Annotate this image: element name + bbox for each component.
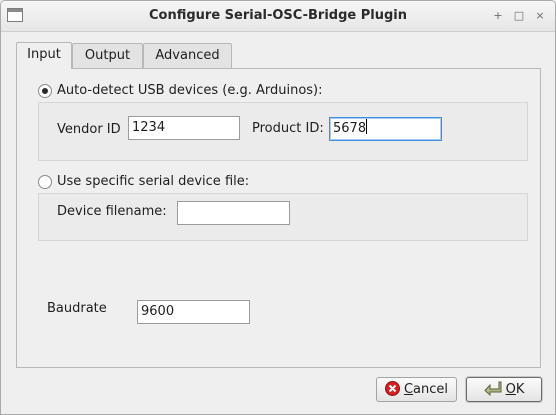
cancel-mnemonic: C: [403, 382, 414, 397]
pin-icon[interactable]: +: [490, 8, 506, 24]
vendor-id-value: 1234: [132, 120, 166, 135]
ok-label: K: [515, 382, 525, 397]
vendor-id-input[interactable]: 1234: [128, 116, 240, 140]
tab-advanced-label: Advanced: [155, 48, 220, 63]
auto-detect-radio[interactable]: [38, 84, 52, 98]
auto-detect-group: Vendor ID 1234 Product ID: 5678: [38, 102, 528, 161]
product-id-label: Product ID:: [252, 121, 324, 136]
tab-output-label: Output: [84, 48, 131, 63]
close-icon[interactable]: ×: [532, 8, 548, 24]
ok-mnemonic: O: [505, 382, 516, 397]
window-title: Configure Serial-OSC-Bridge Plugin: [149, 8, 407, 23]
tab-input-label: Input: [27, 47, 61, 62]
cancel-button[interactable]: Cancel: [376, 377, 457, 402]
product-id-input[interactable]: 5678: [329, 117, 442, 141]
specific-file-label[interactable]: Use specific serial device file:: [57, 174, 249, 189]
dialog-window: Configure Serial-OSC-Bridge Plugin + □ ×…: [0, 0, 556, 415]
baudrate-value: 9600: [141, 304, 175, 319]
input-tab-panel: Auto-detect USB devices (e.g. Arduinos):…: [16, 68, 541, 368]
baudrate-label: Baudrate: [47, 301, 107, 316]
baudrate-input[interactable]: 9600: [137, 300, 250, 324]
ok-button[interactable]: OK: [466, 377, 542, 402]
cancel-label: ancel: [413, 382, 449, 397]
tab-advanced[interactable]: Advanced: [143, 43, 232, 68]
maximize-icon[interactable]: □: [511, 8, 527, 24]
title-bar: Configure Serial-OSC-Bridge Plugin + □ ×: [1, 1, 555, 32]
device-filename-input[interactable]: [177, 201, 290, 225]
cancel-icon: [384, 381, 400, 404]
vendor-id-label: Vendor ID: [57, 122, 121, 137]
specific-file-radio[interactable]: [38, 175, 52, 189]
tab-output[interactable]: Output: [72, 43, 143, 68]
product-id-value: 5678: [333, 121, 367, 136]
auto-detect-label[interactable]: Auto-detect USB devices (e.g. Arduinos):: [57, 83, 323, 98]
text-caret: [366, 119, 368, 134]
tab-input[interactable]: Input: [16, 42, 72, 69]
specific-file-group: Device filename:: [38, 193, 528, 241]
ok-arrow-icon: [483, 381, 502, 404]
device-filename-label: Device filename:: [57, 204, 167, 219]
